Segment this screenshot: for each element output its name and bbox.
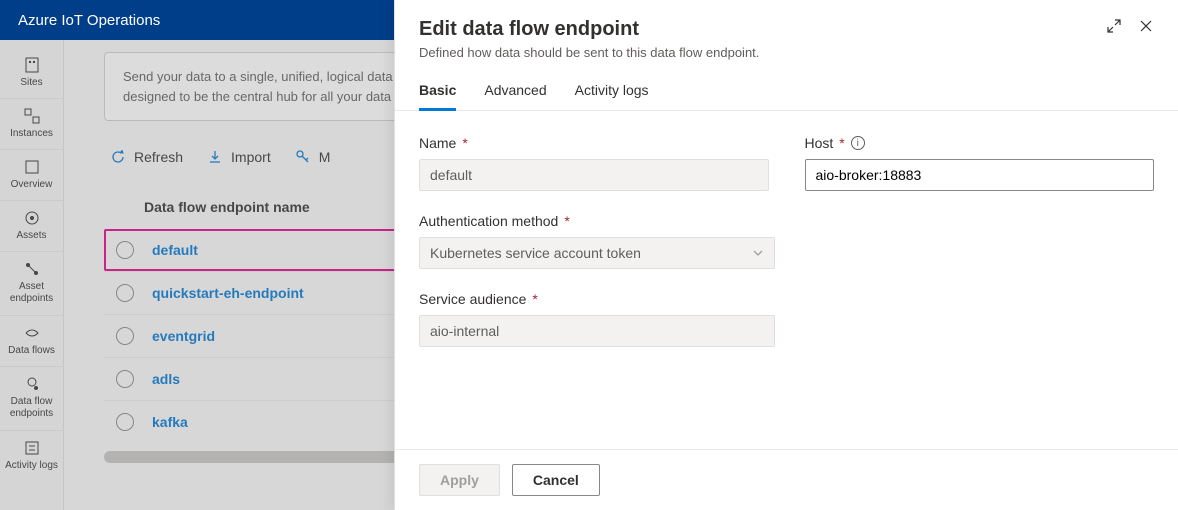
panel-footer: Apply Cancel bbox=[395, 449, 1178, 510]
sidebar-item-label: Sites bbox=[20, 77, 42, 88]
import-label: Import bbox=[231, 149, 271, 165]
import-button[interactable]: Import bbox=[207, 149, 271, 165]
required-mark: * bbox=[462, 135, 467, 151]
dataflow-endpoints-icon bbox=[23, 375, 41, 393]
info-card-line2: designed to be the central hub for all y… bbox=[123, 89, 391, 104]
sidebar-item-assets[interactable]: Assets bbox=[0, 201, 64, 252]
asset-endpoints-icon bbox=[23, 260, 41, 278]
sidebar-item-label: Overview bbox=[11, 179, 53, 190]
sidebar-item-label: Data flows bbox=[8, 345, 55, 356]
refresh-label: Refresh bbox=[134, 149, 183, 165]
info-card-line1: Send your data to a single, unified, log… bbox=[123, 69, 393, 84]
overview-icon bbox=[23, 158, 41, 176]
key-icon bbox=[295, 149, 311, 165]
sidebar-item-label: Instances bbox=[10, 128, 53, 139]
radio-icon[interactable] bbox=[116, 413, 134, 431]
sidebar-item-sites[interactable]: Sites bbox=[0, 48, 64, 99]
endpoint-link[interactable]: eventgrid bbox=[152, 328, 215, 344]
auth-select[interactable]: Kubernetes service account token bbox=[419, 237, 775, 269]
sidebar-item-dataflow-endpoints[interactable]: Data flow endpoints bbox=[0, 367, 64, 431]
import-icon bbox=[207, 149, 223, 165]
sidebar-item-overview[interactable]: Overview bbox=[0, 150, 64, 201]
auth-value: Kubernetes service account token bbox=[430, 245, 641, 261]
audience-field[interactable] bbox=[419, 315, 775, 347]
host-label: Host * i bbox=[805, 135, 1155, 151]
sidebar-item-dataflows[interactable]: Data flows bbox=[0, 316, 64, 367]
host-field[interactable] bbox=[805, 159, 1155, 191]
panel-header: Edit data flow endpoint Defined how data… bbox=[395, 0, 1178, 60]
radio-icon[interactable] bbox=[116, 284, 134, 302]
app-title: Azure IoT Operations bbox=[18, 12, 160, 29]
expand-icon[interactable] bbox=[1106, 18, 1122, 36]
edit-panel: Edit data flow endpoint Defined how data… bbox=[394, 0, 1178, 510]
tab-advanced[interactable]: Advanced bbox=[484, 82, 546, 110]
sidebar-item-label: Activity logs bbox=[5, 460, 58, 472]
radio-icon[interactable] bbox=[116, 370, 134, 388]
info-icon[interactable]: i bbox=[851, 136, 865, 150]
radio-icon[interactable] bbox=[116, 241, 134, 259]
assets-icon bbox=[23, 209, 41, 227]
endpoint-link[interactable]: quickstart-eh-endpoint bbox=[152, 285, 304, 301]
required-mark: * bbox=[564, 213, 569, 229]
required-mark: * bbox=[532, 291, 537, 307]
sidebar-item-activity-logs[interactable]: Activity logs bbox=[0, 431, 64, 482]
manage-button[interactable]: M bbox=[295, 149, 331, 165]
required-mark: * bbox=[839, 135, 844, 151]
apply-button[interactable]: Apply bbox=[419, 464, 500, 496]
name-field[interactable] bbox=[419, 159, 769, 191]
sidebar-item-label: Assets bbox=[16, 230, 46, 241]
endpoint-link[interactable]: adls bbox=[152, 371, 180, 387]
instances-icon bbox=[23, 107, 41, 125]
cancel-button[interactable]: Cancel bbox=[512, 464, 600, 496]
tab-basic[interactable]: Basic bbox=[419, 82, 456, 111]
close-icon[interactable] bbox=[1138, 18, 1154, 36]
radio-icon[interactable] bbox=[116, 327, 134, 345]
sites-icon bbox=[23, 56, 41, 74]
panel-body: Name * Host * i Authentication method * bbox=[395, 111, 1178, 449]
refresh-icon bbox=[110, 149, 126, 165]
panel-title: Edit data flow endpoint bbox=[419, 18, 759, 41]
auth-label: Authentication method * bbox=[419, 213, 775, 229]
left-sidebar: Sites Instances Overview Assets Asset en… bbox=[0, 40, 64, 510]
audience-label: Service audience * bbox=[419, 291, 775, 307]
sidebar-item-label: Asset endpoints bbox=[0, 281, 64, 305]
dataflows-icon bbox=[23, 324, 41, 342]
tab-activity-logs[interactable]: Activity logs bbox=[575, 82, 649, 110]
sidebar-item-instances[interactable]: Instances bbox=[0, 99, 64, 150]
name-label: Name * bbox=[419, 135, 769, 151]
refresh-button[interactable]: Refresh bbox=[110, 149, 183, 165]
panel-subtitle: Defined how data should be sent to this … bbox=[419, 45, 759, 60]
manage-label: M bbox=[319, 149, 331, 165]
endpoint-link[interactable]: kafka bbox=[152, 414, 188, 430]
sidebar-item-asset-endpoints[interactable]: Asset endpoints bbox=[0, 252, 64, 316]
endpoint-link[interactable]: default bbox=[152, 242, 198, 258]
sidebar-item-label: Data flow endpoints bbox=[0, 396, 64, 420]
chevron-down-icon bbox=[752, 247, 764, 259]
panel-tabs: Basic Advanced Activity logs bbox=[395, 60, 1178, 111]
activity-logs-icon bbox=[23, 439, 41, 457]
